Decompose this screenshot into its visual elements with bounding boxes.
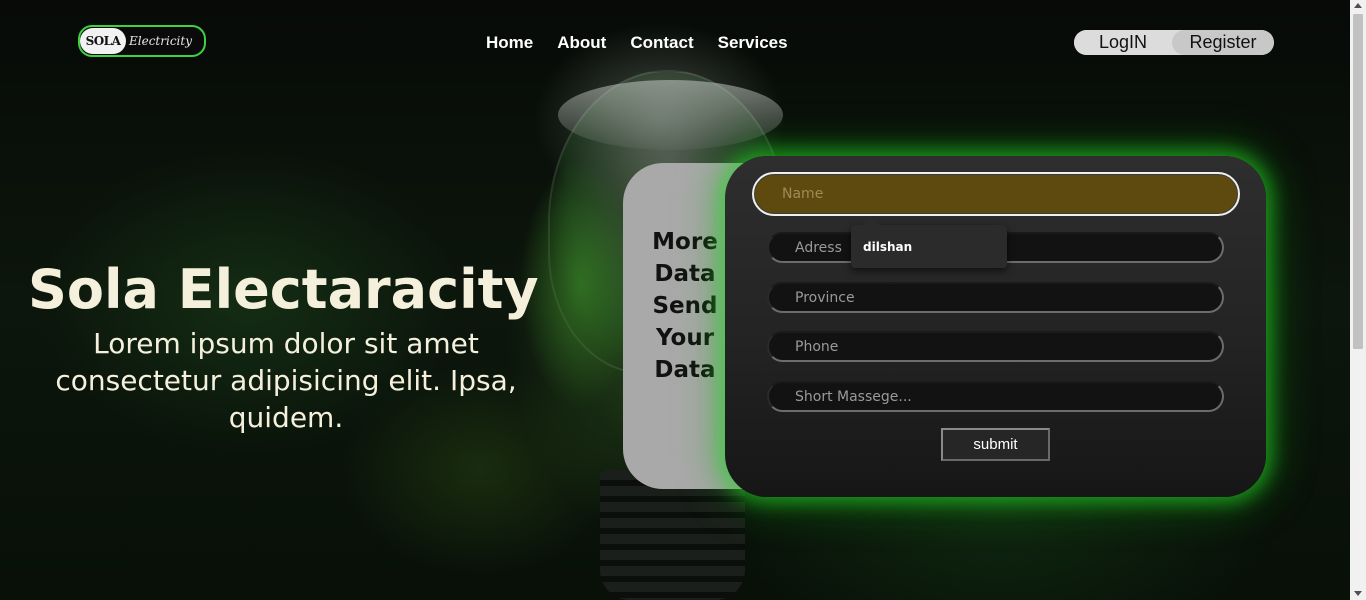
province-input[interactable] — [767, 282, 1224, 313]
info-card-text: More Data Send Your Data — [640, 226, 730, 386]
autocomplete-suggestion[interactable]: dilshan — [851, 240, 912, 254]
info-card-line: Data — [654, 357, 716, 383]
site-logo[interactable]: SOLA Electricity — [78, 25, 206, 57]
info-card-line: Send — [652, 293, 718, 319]
message-input[interactable] — [767, 381, 1224, 412]
nav-services[interactable]: Services — [718, 33, 788, 53]
name-input[interactable] — [752, 172, 1240, 216]
nav-about[interactable]: About — [557, 33, 606, 53]
phone-input[interactable] — [767, 331, 1224, 362]
submit-button[interactable]: submit — [941, 428, 1050, 461]
page: SOLA Electricity Home About Contact Serv… — [0, 0, 1350, 600]
login-button[interactable]: LogIN — [1074, 30, 1172, 55]
hero-subtitle: Lorem ipsum dolor sit amet consectetur a… — [55, 327, 517, 434]
scrollbar-thumb[interactable] — [1353, 14, 1363, 349]
lightbulb-base — [600, 470, 745, 600]
nav-home[interactable]: Home — [486, 33, 533, 53]
auth-buttons: LogIN Register — [1074, 30, 1274, 55]
scroll-down-arrow-icon[interactable] — [1354, 591, 1362, 596]
info-card-line: Data — [654, 261, 716, 287]
info-card-line: Your — [655, 325, 715, 351]
logo-mark: SOLA — [80, 28, 126, 54]
nav-contact[interactable]: Contact — [630, 33, 693, 53]
lightbulb-highlight — [558, 80, 783, 150]
info-card-line: More — [652, 229, 718, 255]
scroll-up-arrow-icon[interactable] — [1354, 3, 1362, 8]
autocomplete-dropdown: dilshan — [851, 217, 1007, 268]
logo-text: Electricity — [129, 34, 192, 48]
register-button[interactable]: Register — [1172, 30, 1274, 55]
main-nav: Home About Contact Services — [486, 33, 788, 53]
hero-title: Sola Electaracity — [28, 258, 539, 321]
